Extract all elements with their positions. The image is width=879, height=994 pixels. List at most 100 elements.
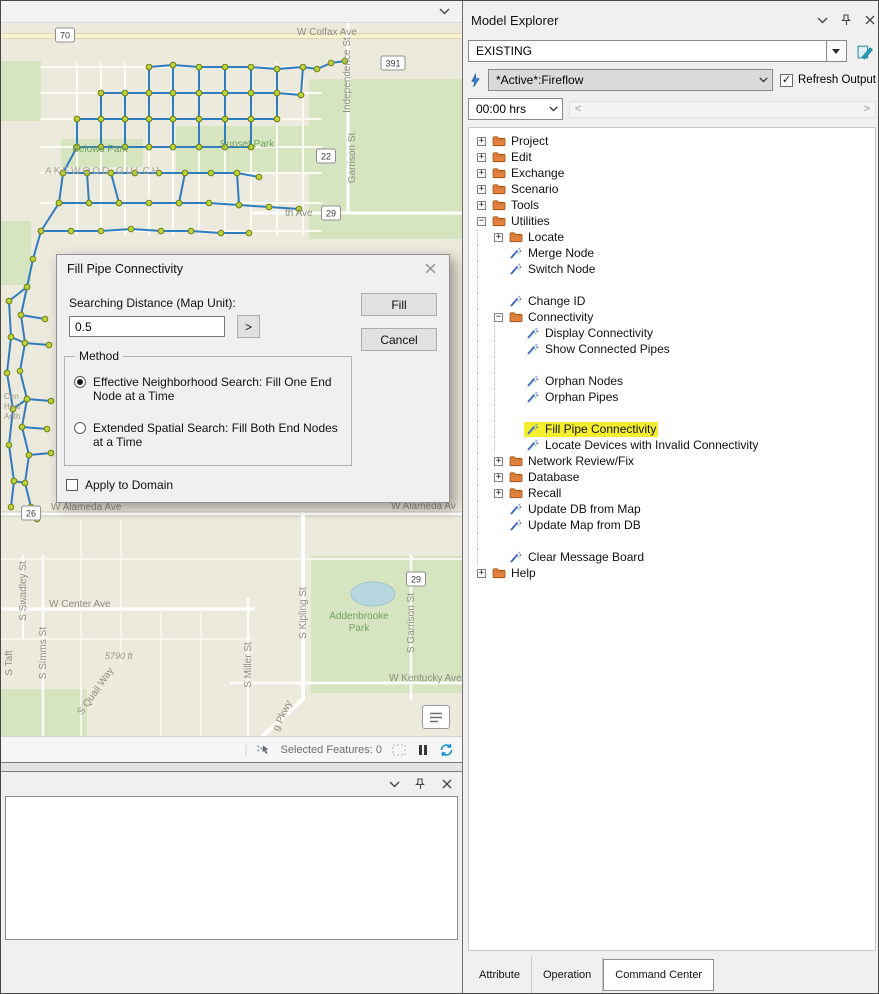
expand-icon[interactable]: +	[477, 136, 490, 146]
pin-icon[interactable]	[839, 13, 854, 28]
expand-icon[interactable]: +	[494, 488, 507, 498]
map-label: W Kentucky Ave	[389, 673, 462, 684]
chevron-down-icon[interactable]	[815, 13, 830, 28]
expand-distance-button[interactable]: >	[237, 315, 260, 338]
tree-guide-line	[477, 357, 494, 373]
tree-item[interactable]: + Locate	[469, 229, 875, 245]
tree-item[interactable]: Orphan Nodes	[469, 373, 875, 389]
pin-icon[interactable]	[413, 777, 428, 792]
tree-item[interactable]: + Tools	[469, 197, 875, 213]
map-label: Garrison St	[347, 132, 358, 183]
selected-features-icon	[256, 742, 271, 757]
map-panel-header	[1, 1, 462, 23]
tree-item[interactable]: + Recall	[469, 485, 875, 501]
tree-item[interactable]: + Network Review/Fix	[469, 453, 875, 469]
refresh-output-checkbox[interactable]: ✓ Refresh Output	[780, 73, 876, 87]
close-icon[interactable]	[439, 777, 454, 792]
tree-item-label: Locate	[528, 230, 565, 244]
pause-drawing-icon[interactable]	[415, 742, 430, 757]
map-legend-button[interactable]	[422, 705, 450, 729]
tree-item[interactable]: Clear Message Board	[469, 549, 875, 565]
map-label: W Center Ave	[49, 599, 111, 610]
tree-item[interactable]: Display Connectivity	[469, 325, 875, 341]
expand-icon[interactable]: +	[494, 232, 507, 242]
tree-item[interactable]: Merge Node	[469, 245, 875, 261]
folder-icon	[492, 167, 508, 180]
time-value: 00:00 hrs	[476, 102, 527, 116]
tree-item[interactable]: Show Connected Pipes	[469, 341, 875, 357]
expand-icon[interactable]: +	[477, 152, 490, 162]
wand-icon	[526, 375, 542, 388]
tree-item-label: Database	[528, 470, 580, 484]
expand-icon[interactable]: +	[477, 184, 490, 194]
clear-selection-icon[interactable]	[391, 742, 406, 757]
tree-guide-line	[477, 453, 494, 469]
map-label: g Pkwy	[271, 699, 295, 733]
tree-guide-line	[477, 309, 494, 325]
tree-item-label: Update DB from Map	[528, 502, 641, 516]
searching-distance-input[interactable]	[69, 316, 225, 337]
active-scenario-combobox[interactable]: *Active*:Fireflow	[488, 69, 773, 91]
tree-item[interactable]: + Edit	[469, 149, 875, 165]
tree-guide-line	[477, 469, 494, 485]
tree-item[interactable]: − Utilities	[469, 213, 875, 229]
fill-button[interactable]: Fill	[361, 293, 437, 316]
tree-item[interactable]: Fill Pipe Connectivity	[469, 421, 875, 437]
message-board[interactable]	[5, 796, 458, 940]
cancel-button[interactable]: Cancel	[361, 328, 437, 351]
expand-icon[interactable]: +	[477, 568, 490, 578]
tree-spacer	[469, 357, 875, 373]
folder-icon	[509, 455, 525, 468]
chevron-down-icon	[754, 70, 772, 90]
highway-shield-number: 29	[411, 575, 421, 585]
scroll-right-arrow[interactable]: >	[864, 103, 870, 115]
wand-icon	[526, 423, 542, 436]
time-combobox[interactable]: 00:00 hrs	[468, 98, 563, 120]
tree-item-label: Update Map from DB	[528, 518, 641, 532]
tab-attribute[interactable]: Attribute	[468, 956, 532, 993]
statusbar-divider: |	[244, 743, 248, 756]
close-icon[interactable]	[421, 260, 439, 278]
tab-operation[interactable]: Operation	[532, 956, 604, 993]
radio-extended-spatial-search[interactable]: Extended Spatial Search: Fill Both End N…	[74, 421, 348, 449]
tree-item[interactable]: Change ID	[469, 293, 875, 309]
dropdown-arrow-icon[interactable]	[825, 41, 846, 61]
dataset-combobox[interactable]: EXISTING	[468, 40, 847, 62]
tree-item[interactable]: + Help	[469, 565, 875, 581]
radio-effective-neighborhood-search[interactable]: Effective Neighborhood Search: Fill One …	[74, 375, 348, 403]
wand-icon	[526, 439, 542, 452]
tree-item[interactable]: + Project	[469, 133, 875, 149]
tree-item[interactable]: − Connectivity	[469, 309, 875, 325]
tree-item[interactable]: Update DB from Map	[469, 501, 875, 517]
collapse-icon[interactable]: −	[477, 216, 490, 226]
close-icon[interactable]	[863, 13, 878, 28]
tree-item[interactable]: Switch Node	[469, 261, 875, 277]
chevron-down-icon[interactable]	[387, 777, 402, 792]
map-label: S Kipling St	[298, 587, 309, 639]
map-label: S Taft	[4, 650, 15, 676]
tree-item[interactable]: + Exchange	[469, 165, 875, 181]
time-scrollbar[interactable]: < >	[569, 100, 876, 118]
chevron-down-icon	[544, 99, 562, 119]
expand-icon[interactable]: +	[494, 456, 507, 466]
tree-item-label: Tools	[511, 198, 540, 212]
collapse-icon[interactable]: −	[494, 312, 507, 322]
tree-item[interactable]: + Database	[469, 469, 875, 485]
expand-icon[interactable]: +	[477, 200, 490, 210]
apply-to-domain-checkbox[interactable]: Apply to Domain	[66, 478, 173, 492]
expand-icon[interactable]: +	[477, 168, 490, 178]
wand-icon	[509, 247, 525, 260]
scroll-left-arrow[interactable]: <	[575, 103, 581, 115]
tree-item-label: Switch Node	[528, 262, 596, 276]
refresh-icon[interactable]	[439, 742, 454, 757]
tree-item[interactable]: Update Map from DB	[469, 517, 875, 533]
expand-icon[interactable]: +	[494, 472, 507, 482]
tree-item[interactable]: Orphan Pipes	[469, 389, 875, 405]
edit-dataset-icon[interactable]	[856, 41, 876, 61]
tree-item[interactable]: Locate Devices with Invalid Connectivity	[469, 437, 875, 453]
chevron-down-icon[interactable]	[437, 4, 452, 19]
tab-command-center[interactable]: Command Center	[603, 958, 715, 991]
tree-item[interactable]: + Scenario	[469, 181, 875, 197]
map-canvas[interactable]: W Colfax Ave Independence St Garrison St Su…	[1, 23, 462, 736]
dialog-titlebar[interactable]: Fill Pipe Connectivity	[57, 255, 449, 282]
